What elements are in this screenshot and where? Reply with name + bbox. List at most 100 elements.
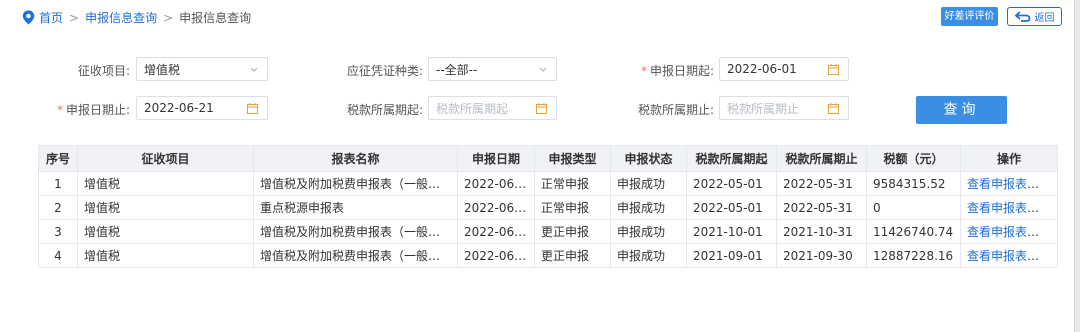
declare-end-label-text: 申报日期止: (65, 103, 130, 117)
actions-cell: 查看申报表导出 (960, 195, 1058, 220)
tax-amount-cell: 9584315.52 (866, 171, 961, 196)
column-header: 税款所属期止 (776, 145, 867, 172)
period-end-cell: 2022-05-31 (776, 195, 867, 220)
period-start-cell: 2021-09-01 (686, 243, 777, 268)
declare-status-cell: 申报成功 (610, 243, 687, 268)
column-header: 申报状态 (610, 145, 687, 172)
report-name-cell: 增值税及附加税费申报表（一般纳税人适用） (253, 219, 458, 244)
query-button[interactable]: 查询 (916, 96, 1007, 124)
tax-item-value: 增值税 (144, 62, 181, 77)
export-link[interactable]: 导出 (1037, 201, 1056, 215)
row-number: 3 (38, 219, 78, 244)
column-header: 申报日期 (457, 145, 535, 172)
chevron-down-icon (250, 67, 258, 72)
voucher-type-select[interactable]: --全部-- (428, 57, 557, 81)
declare-end-value: 2022-06-21 (144, 101, 214, 115)
table-row: 3 增值税 增值税及附加税费申报表（一般纳税人适用） 2022-06-16 更正… (38, 219, 1058, 244)
back-button-label: 返回 (1034, 13, 1055, 24)
declare-date-cell: 2022-06-16 (457, 219, 535, 244)
breadcrumb-parent-link[interactable]: 申报信息查询 (85, 9, 157, 26)
view-report-link[interactable]: 查看申报表 (967, 177, 1027, 191)
period-start-cell: 2022-05-01 (686, 171, 777, 196)
period-end-placeholder: 税款所属期止 (727, 101, 800, 116)
report-name-cell: 增值税及附加税费申报表（一般纳税人适用） (253, 171, 458, 196)
table-row: 1 增值税 增值税及附加税费申报表（一般纳税人适用） 2022-06-15 正常… (38, 171, 1058, 196)
declare-start-date-input[interactable]: 2022-06-01 (719, 57, 849, 81)
top-bar: 首页 > 申报信息查询 > 申报信息查询 好差评评价 返回 (0, 0, 1080, 36)
tax-amount-cell: 12887228.16 (866, 243, 961, 268)
column-header: 征收项目 (77, 145, 254, 172)
table-row: 4 增值税 增值税及附加税费申报表（一般纳税人适用） 2022-06-16 更正… (38, 243, 1058, 268)
actions-cell: 查看申报表导出 (960, 219, 1058, 244)
actions-cell: 查看申报表导出 (960, 243, 1058, 268)
tax-item-cell: 增值税 (77, 243, 254, 268)
view-report-link[interactable]: 查看申报表 (967, 201, 1027, 215)
export-link[interactable]: 导出 (1037, 249, 1056, 263)
declare-date-cell: 2022-06-15 (457, 171, 535, 196)
declare-start-label: * 申报日期起: (630, 62, 714, 79)
period-end-input[interactable]: 税款所属期止 (719, 96, 849, 120)
breadcrumb: 首页 > 申报信息查询 > 申报信息查询 (22, 9, 251, 26)
tax-amount-cell: 11426740.74 (866, 219, 961, 244)
declare-date-cell: 2022-06-16 (457, 243, 535, 268)
required-mark: * (56, 103, 63, 117)
period-end-cell: 2021-10-31 (776, 219, 867, 244)
declare-end-date-input[interactable]: 2022-06-21 (136, 96, 268, 120)
period-end-cell: 2022-05-31 (776, 171, 867, 196)
declare-end-label: * 申报日期止: (50, 101, 130, 118)
period-start-cell: 2022-05-01 (686, 195, 777, 220)
row-number: 4 (38, 243, 78, 268)
report-name-cell: 增值税及附加税费申报表（一般纳税人适用） (253, 243, 458, 268)
voucher-type-value: --全部-- (436, 62, 478, 77)
declare-date-cell: 2022-06-17 (457, 195, 535, 220)
column-header: 报表名称 (253, 145, 458, 172)
voucher-type-label: 应征凭证种类: (346, 64, 423, 78)
view-report-link[interactable]: 查看申报表 (967, 249, 1027, 263)
calendar-icon (247, 103, 258, 114)
required-mark: * (640, 64, 647, 78)
actions-cell: 查看申报表导出 (960, 171, 1058, 196)
breadcrumb-separator: > (69, 10, 80, 25)
calendar-icon (828, 64, 839, 75)
chevron-down-icon (539, 67, 547, 72)
breadcrumb-current: 申报信息查询 (179, 11, 252, 25)
declare-type-cell: 更正申报 (534, 243, 611, 268)
tax-item-cell: 增值税 (77, 171, 254, 196)
review-button[interactable]: 好差评评价 (941, 7, 998, 26)
declare-type-cell: 正常申报 (534, 171, 611, 196)
export-link[interactable]: 导出 (1037, 177, 1056, 191)
tax-item-cell: 增值税 (77, 219, 254, 244)
declare-start-label-text: 申报日期起: (649, 64, 714, 78)
table-header-row: 序号 征收项目 报表名称 申报日期 申报类型 申报状态 税款所属期起 税款所属期… (38, 145, 1058, 172)
report-name-cell: 重点税源申报表 (253, 195, 458, 220)
column-header: 税款所属期起 (686, 145, 777, 172)
period-start-cell: 2021-10-01 (686, 219, 777, 244)
declare-status-cell: 申报成功 (610, 195, 687, 220)
back-button[interactable]: 返回 (1007, 7, 1062, 26)
declare-type-cell: 更正申报 (534, 219, 611, 244)
calendar-icon (536, 103, 547, 114)
declare-start-value: 2022-06-01 (727, 62, 797, 76)
location-pin-icon (22, 10, 35, 25)
export-link[interactable]: 导出 (1037, 225, 1056, 239)
view-report-link[interactable]: 查看申报表 (967, 225, 1027, 239)
declare-type-cell: 正常申报 (534, 195, 611, 220)
breadcrumb-home-link[interactable]: 首页 (39, 9, 63, 26)
period-start-placeholder: 税款所属期起 (436, 101, 509, 116)
scrollbar-strip (1074, 0, 1080, 332)
row-number: 1 (38, 171, 78, 196)
period-start-input[interactable]: 税款所属期起 (428, 96, 557, 120)
tax-amount-cell: 0 (866, 195, 961, 220)
tax-item-cell: 增值税 (77, 195, 254, 220)
table-row: 2 增值税 重点税源申报表 2022-06-17 正常申报 申报成功 2022-… (38, 195, 1058, 220)
calendar-icon (828, 103, 839, 114)
period-end-cell: 2021-09-30 (776, 243, 867, 268)
column-header: 申报类型 (534, 145, 611, 172)
tax-item-select[interactable]: 增值税 (136, 57, 268, 81)
column-header: 操作 (960, 145, 1058, 172)
tax-item-label: 征收项目: (77, 64, 130, 78)
row-number: 2 (38, 195, 78, 220)
period-start-label: 税款所属期起: (346, 103, 423, 117)
column-header: 序号 (38, 145, 78, 172)
declare-status-cell: 申报成功 (610, 171, 687, 196)
